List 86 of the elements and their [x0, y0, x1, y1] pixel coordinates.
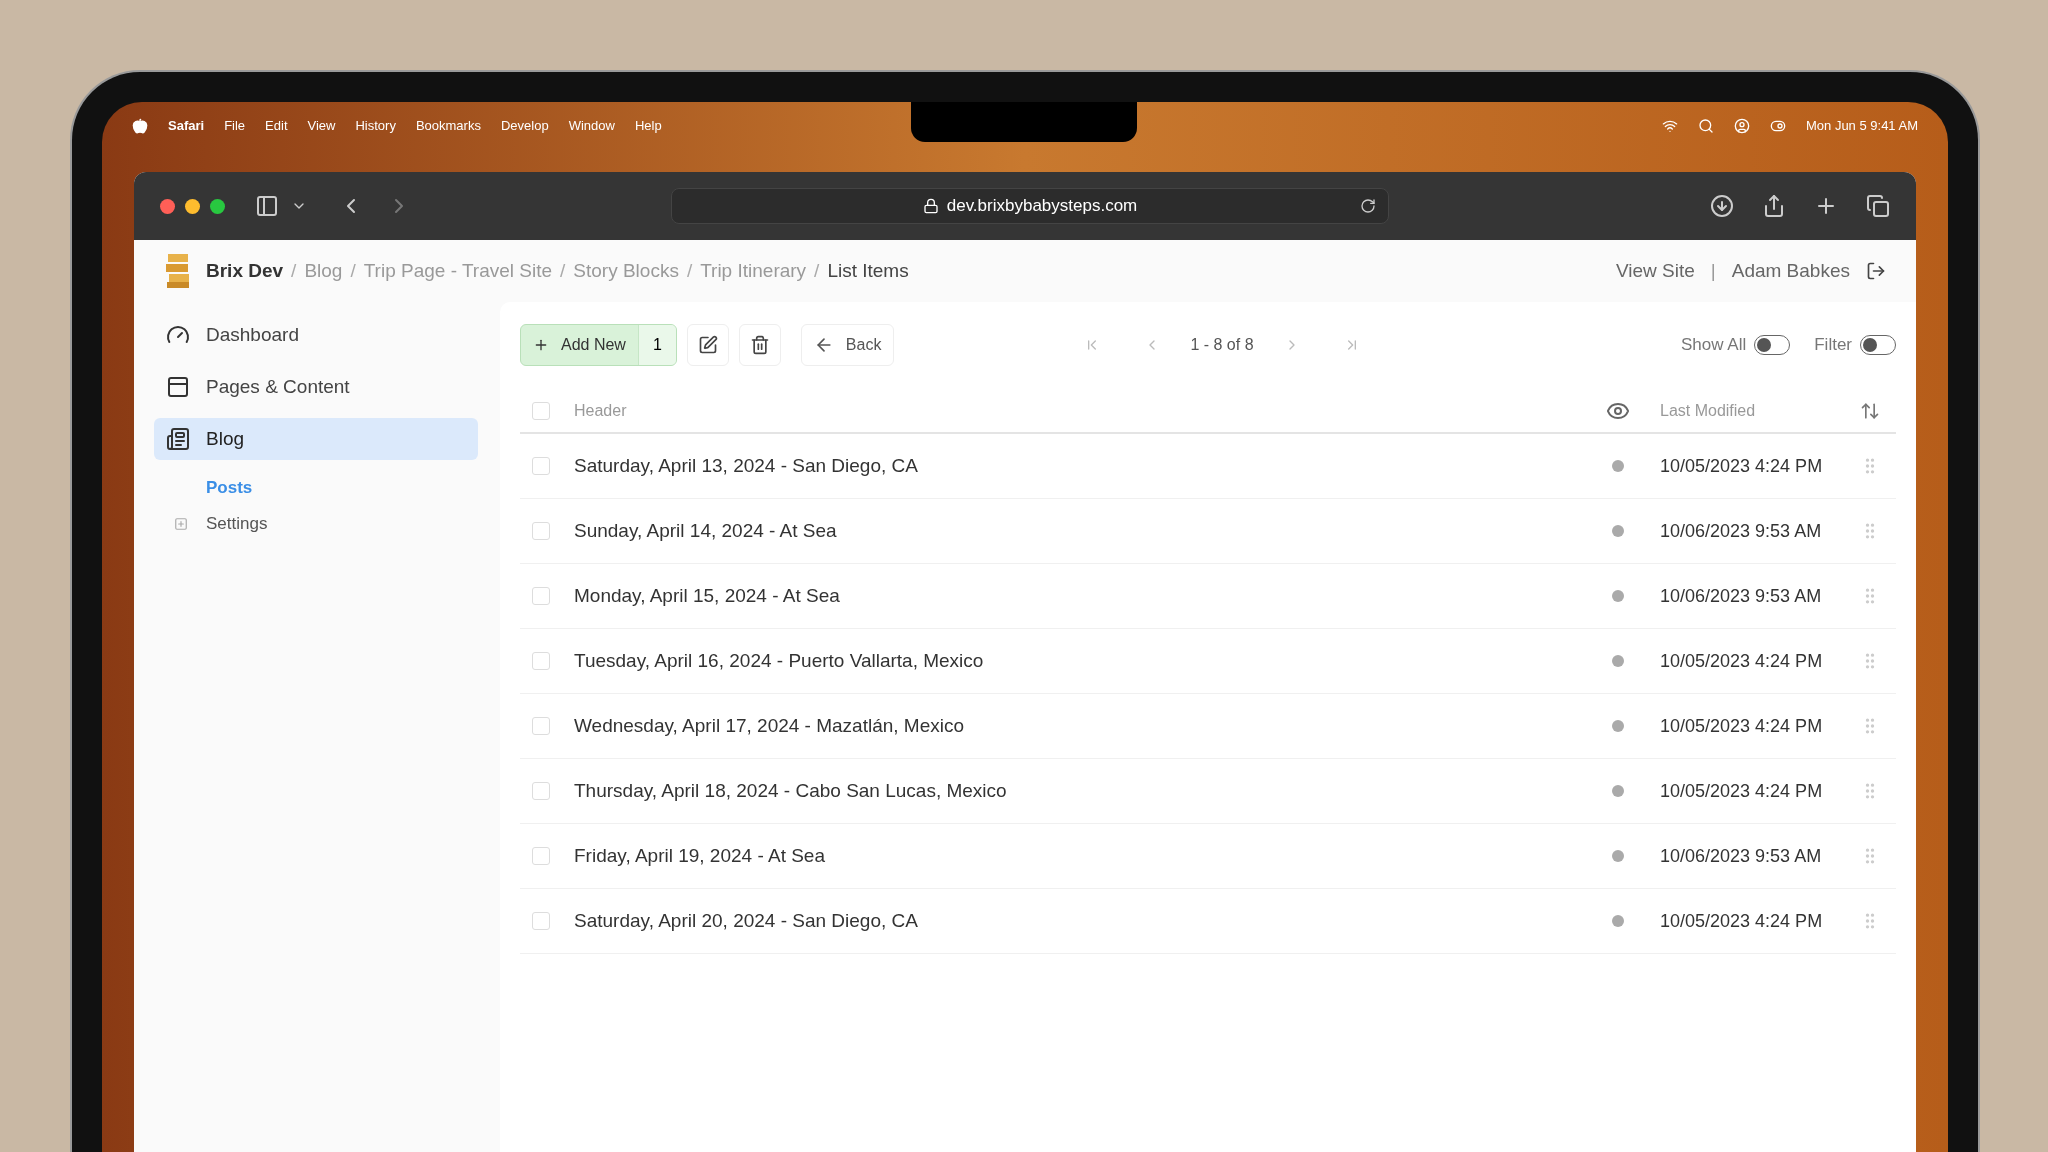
table-cell-text: 10/05/2023 4:24 PM	[1660, 779, 1824, 803]
layout-icon	[166, 375, 190, 399]
sidebar-subitem[interactable]: Posts	[206, 475, 253, 501]
row-checkbox[interactable]	[532, 912, 550, 930]
newspaper-icon	[166, 427, 190, 451]
logout-icon[interactable]	[1866, 261, 1886, 281]
breadcrumb-item[interactable]: List Items	[827, 256, 909, 286]
table-cell-text: Monday, April 15, 2024 - At Sea	[574, 583, 840, 608]
expand-icon[interactable]	[174, 517, 188, 531]
menu-item[interactable]: Window	[568, 116, 615, 136]
row-checkbox[interactable]	[532, 782, 550, 800]
page-range: 1 - 8 of 8	[1190, 335, 1254, 355]
breadcrumb-item[interactable]: Brix Dev	[206, 256, 284, 286]
menu-item[interactable]: File	[224, 116, 246, 136]
view-site-link[interactable]: View Site	[1615, 256, 1695, 286]
sort-icon[interactable]	[1860, 401, 1880, 421]
sidebar-item[interactable]: Dashboard	[154, 314, 478, 356]
selection-count: 1	[637, 325, 676, 365]
row-checkbox[interactable]	[532, 847, 550, 865]
row-checkbox[interactable]	[532, 522, 550, 540]
edit-icon	[697, 335, 718, 355]
table-cell-text: Saturday, April 20, 2024 - San Diego, CA	[574, 908, 918, 933]
row-checkbox[interactable]	[532, 717, 550, 735]
table-cell-text: 10/05/2023 4:24 PM	[1660, 909, 1824, 933]
user-name-link[interactable]: Adam Babkes	[1731, 256, 1850, 286]
back-button[interactable]: Back	[800, 324, 895, 366]
share-icon[interactable]	[1762, 194, 1786, 218]
toggle-label: Filter	[1814, 334, 1852, 357]
lock-icon	[922, 198, 939, 214]
column-header: Last Modified	[1660, 401, 1757, 421]
edit-button[interactable]	[686, 324, 729, 366]
user-icon[interactable]	[1734, 118, 1750, 134]
table-cell-text: 10/06/2023 9:53 AM	[1660, 519, 1823, 543]
address-bar[interactable]: dev.brixbybabysteps.com	[671, 188, 1389, 224]
minimize-window-icon[interactable]	[185, 198, 200, 214]
menu-bar-clock: Mon Jun 5 9:41 AM	[1806, 117, 1918, 136]
table-cell-text: Tuesday, April 16, 2024 - Puerto Vallarta, Mexico	[574, 648, 984, 673]
breadcrumb-separator: /	[814, 258, 820, 283]
link-separator: |	[1710, 258, 1716, 283]
download-icon[interactable]	[1710, 194, 1734, 218]
row-checkbox[interactable]	[532, 587, 550, 605]
toggle-switch[interactable]	[1860, 335, 1896, 355]
close-window-icon[interactable]	[160, 198, 175, 214]
column-header: Header	[574, 401, 627, 421]
breadcrumb-separator: /	[560, 258, 566, 283]
toggle-label: Show All	[1681, 334, 1747, 357]
table-cell-text: 10/05/2023 4:24 PM	[1660, 714, 1824, 738]
row-checkbox[interactable]	[532, 652, 550, 670]
sidebar-item[interactable]: Blog	[154, 418, 478, 460]
menu-item[interactable]: History	[355, 116, 396, 136]
table-cell-text: Saturday, April 13, 2024 - San Diego, CA	[574, 453, 918, 478]
table-cell-text: 10/06/2023 9:53 AM	[1660, 584, 1823, 608]
tabs-overview-icon[interactable]	[1866, 194, 1890, 218]
table-cell-text: Friday, April 19, 2024 - At Sea	[574, 843, 825, 868]
select-all-checkbox[interactable]	[532, 402, 550, 420]
sidebar-icon[interactable]	[255, 194, 279, 218]
control-center-icon[interactable]	[1770, 118, 1786, 134]
apple-icon[interactable]	[132, 118, 148, 134]
sidebar-subitem[interactable]: Settings	[206, 511, 268, 537]
table-cell-text: Sunday, April 14, 2024 - At Sea	[574, 518, 837, 543]
breadcrumb-separator: /	[686, 258, 693, 283]
table-cell-text: Thursday, April 18, 2024 - Cabo San Lucas, Mexico	[574, 778, 1007, 803]
table-cell-text: Wednesday, April 17, 2024 - Mazatlán, Mexico	[574, 713, 965, 738]
menu-item[interactable]: Bookmarks	[415, 116, 481, 136]
menu-item[interactable]: Develop	[500, 116, 549, 136]
menu-item[interactable]: Edit	[265, 116, 288, 136]
menu-item[interactable]: Safari	[168, 116, 205, 136]
url-text: dev.brixbybabysteps.com	[946, 195, 1138, 218]
menu-item[interactable]: View	[307, 116, 336, 136]
search-icon[interactable]	[1698, 118, 1714, 134]
toggle-switch[interactable]	[1754, 335, 1791, 355]
menu-item[interactable]: Help	[634, 116, 662, 136]
reload-icon[interactable]	[1360, 198, 1376, 214]
trash-icon	[749, 335, 770, 355]
table-cell-text: 10/05/2023 4:24 PM	[1660, 649, 1824, 673]
add-new-button[interactable]: Add New	[521, 325, 638, 365]
table-cell-text: 10/06/2023 9:53 AM	[1660, 844, 1823, 868]
table-cell-text: 10/05/2023 4:24 PM	[1660, 454, 1824, 478]
row-checkbox[interactable]	[532, 457, 550, 475]
delete-button[interactable]	[738, 324, 781, 366]
breadcrumb-separator: /	[350, 258, 356, 283]
maximize-window-icon[interactable]	[210, 198, 225, 214]
sidebar-item[interactable]: Pages & Content	[154, 366, 478, 408]
breadcrumb-separator: /	[291, 258, 297, 283]
wifi-icon[interactable]	[1662, 118, 1678, 134]
plus-icon	[533, 337, 549, 353]
